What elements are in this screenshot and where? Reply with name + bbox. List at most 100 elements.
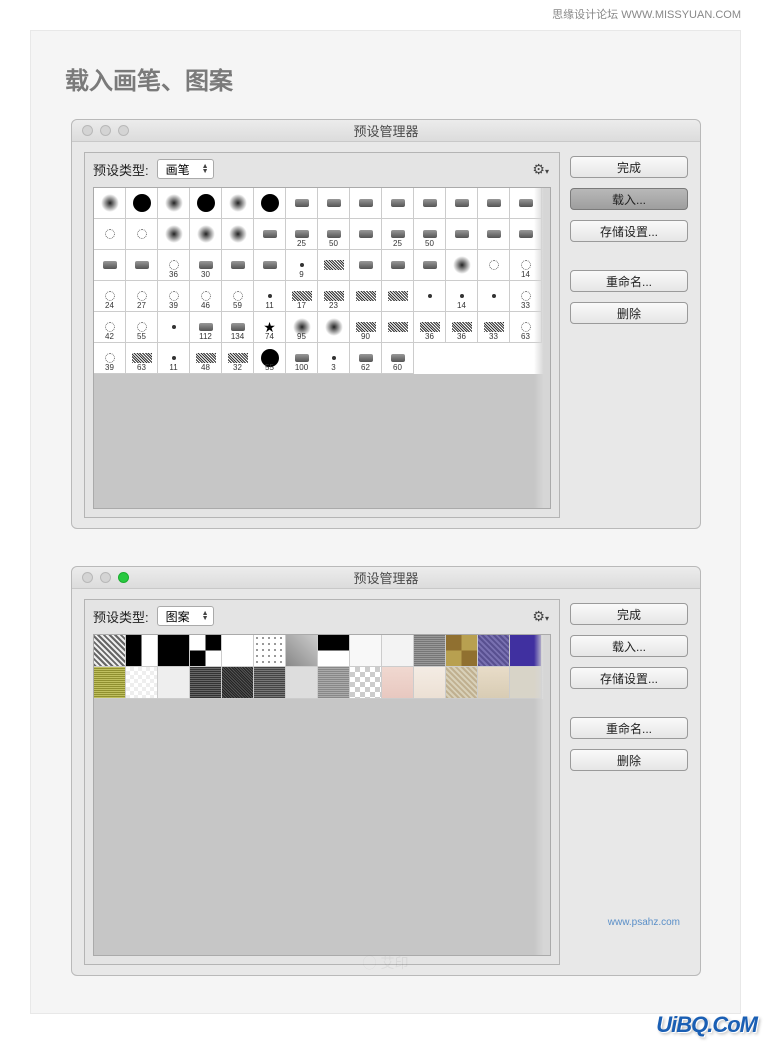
brush-preset[interactable] [350, 281, 382, 312]
brush-preset[interactable] [478, 188, 510, 219]
pattern-preset[interactable] [94, 635, 126, 667]
brush-preset[interactable] [382, 188, 414, 219]
brush-preset[interactable] [94, 188, 126, 219]
brush-preset[interactable]: 48 [190, 343, 222, 374]
brush-preset[interactable] [446, 188, 478, 219]
brush-preset[interactable] [126, 250, 158, 281]
pattern-preset[interactable] [382, 635, 414, 667]
pattern-preset[interactable] [382, 667, 414, 699]
pattern-preset[interactable] [126, 635, 158, 667]
pattern-preset[interactable] [190, 667, 222, 699]
brush-preset[interactable]: 11 [158, 343, 190, 374]
brush-preset[interactable] [158, 312, 190, 343]
preset-type-select[interactable]: 画笔 ▲▼ [157, 159, 214, 179]
rename-button[interactable]: 重命名... [570, 717, 688, 739]
brush-preset[interactable] [318, 188, 350, 219]
scrollbar[interactable] [534, 635, 550, 955]
pattern-preset[interactable] [446, 635, 478, 667]
brush-preset[interactable] [478, 281, 510, 312]
load-button[interactable]: 载入... [570, 188, 688, 210]
brush-preset[interactable]: 27 [126, 281, 158, 312]
brush-preset[interactable] [254, 219, 286, 250]
brush-preset[interactable] [414, 188, 446, 219]
pattern-preset[interactable] [414, 635, 446, 667]
pattern-preset[interactable] [126, 667, 158, 699]
done-button[interactable]: 完成 [570, 156, 688, 178]
brush-preset[interactable]: 32 [222, 343, 254, 374]
brush-preset[interactable]: 25 [286, 219, 318, 250]
brush-preset[interactable] [190, 188, 222, 219]
brush-preset[interactable] [350, 250, 382, 281]
brush-preset[interactable]: 36 [446, 312, 478, 343]
brush-preset[interactable]: 17 [286, 281, 318, 312]
brush-preset[interactable]: 50 [318, 219, 350, 250]
brush-preset[interactable]: 39 [94, 343, 126, 374]
pattern-preset[interactable] [286, 635, 318, 667]
pattern-preset[interactable] [286, 667, 318, 699]
brush-preset[interactable]: 55 [254, 343, 286, 374]
minimize-icon[interactable] [100, 125, 111, 136]
pattern-preset[interactable] [94, 667, 126, 699]
brush-preset[interactable] [382, 250, 414, 281]
brush-preset[interactable] [254, 250, 286, 281]
preset-type-select[interactable]: 图案 ▲▼ [157, 606, 214, 626]
brush-preset[interactable] [414, 281, 446, 312]
brush-preset[interactable] [350, 188, 382, 219]
minimize-icon[interactable] [100, 572, 111, 583]
brush-grid[interactable]: 2550255036309142427394659111723143342551… [93, 187, 551, 509]
brush-preset[interactable]: 60 [382, 343, 414, 374]
pattern-preset[interactable] [414, 667, 446, 699]
pattern-preset[interactable] [222, 667, 254, 699]
brush-preset[interactable]: 3 [318, 343, 350, 374]
save-button[interactable]: 存储设置... [570, 667, 688, 689]
brush-preset[interactable]: 36 [158, 250, 190, 281]
close-icon[interactable] [82, 572, 93, 583]
pattern-preset[interactable] [478, 635, 510, 667]
brush-preset[interactable] [126, 188, 158, 219]
close-icon[interactable] [82, 125, 93, 136]
pattern-preset[interactable] [318, 667, 350, 699]
brush-preset[interactable] [478, 219, 510, 250]
pattern-preset[interactable] [222, 635, 254, 667]
brush-preset[interactable] [446, 219, 478, 250]
gear-icon[interactable]: ⚙▾ [532, 608, 549, 625]
brush-preset[interactable] [286, 188, 318, 219]
pattern-preset[interactable] [446, 667, 478, 699]
load-button[interactable]: 载入... [570, 635, 688, 657]
brush-preset[interactable]: 42 [94, 312, 126, 343]
delete-button[interactable]: 删除 [570, 302, 688, 324]
brush-preset[interactable]: 11 [254, 281, 286, 312]
zoom-icon[interactable] [118, 125, 129, 136]
pattern-preset[interactable] [318, 635, 350, 667]
brush-preset[interactable] [446, 250, 478, 281]
brush-preset[interactable]: 100 [286, 343, 318, 374]
brush-preset[interactable]: 33 [478, 312, 510, 343]
brush-preset[interactable]: 30 [190, 250, 222, 281]
brush-preset[interactable]: ★74 [254, 312, 286, 343]
brush-preset[interactable] [382, 312, 414, 343]
done-button[interactable]: 完成 [570, 603, 688, 625]
pattern-preset[interactable] [254, 635, 286, 667]
brush-preset[interactable]: 39 [158, 281, 190, 312]
rename-button[interactable]: 重命名... [570, 270, 688, 292]
brush-preset[interactable]: 59 [222, 281, 254, 312]
brush-preset[interactable]: 62 [350, 343, 382, 374]
brush-preset[interactable]: 24 [94, 281, 126, 312]
pattern-preset[interactable] [478, 667, 510, 699]
brush-preset[interactable] [222, 188, 254, 219]
save-button[interactable]: 存储设置... [570, 220, 688, 242]
pattern-preset[interactable] [350, 635, 382, 667]
brush-preset[interactable] [126, 219, 158, 250]
brush-preset[interactable] [350, 219, 382, 250]
brush-preset[interactable]: 112 [190, 312, 222, 343]
brush-preset[interactable]: 14 [446, 281, 478, 312]
brush-preset[interactable]: 90 [350, 312, 382, 343]
scrollbar[interactable] [534, 188, 550, 508]
brush-preset[interactable]: 63 [126, 343, 158, 374]
brush-preset[interactable] [254, 188, 286, 219]
brush-preset[interactable]: 134 [222, 312, 254, 343]
pattern-preset[interactable] [158, 635, 190, 667]
brush-preset[interactable]: 55 [126, 312, 158, 343]
pattern-preset[interactable] [190, 635, 222, 667]
brush-preset[interactable]: 50 [414, 219, 446, 250]
